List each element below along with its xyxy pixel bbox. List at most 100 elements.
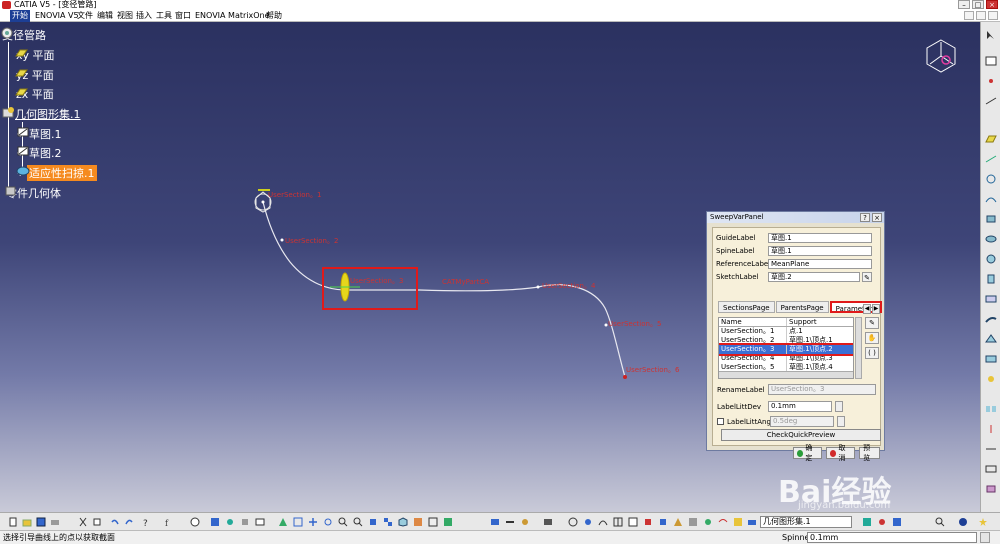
menu-window[interactable]: 窗口: [173, 10, 193, 22]
stop-command-button[interactable]: [980, 532, 990, 543]
sketch-tool-icon[interactable]: [984, 56, 998, 66]
extract-icon[interactable]: [984, 484, 998, 494]
undo-icon[interactable]: [110, 517, 120, 527]
tree-zx-plane[interactable]: zx 平面: [14, 86, 56, 102]
menu-help[interactable]: 帮助: [264, 10, 284, 22]
compass-icon[interactable]: [922, 36, 960, 76]
menu-enovia-matrixone[interactable]: ENOVIA MatrixOne: [193, 10, 272, 22]
pick-section-icon[interactable]: ✋: [865, 332, 879, 344]
analysis-icon[interactable]: [673, 517, 683, 527]
maximize-button[interactable]: □: [972, 0, 984, 9]
tree-geoset[interactable]: ⊖ 几何图形集.1: [2, 106, 83, 122]
tree-root[interactable]: 变径管路: [0, 27, 48, 43]
geoset-tool-icon[interactable]: [733, 517, 743, 527]
sketch-field[interactable]: 草图.2: [768, 272, 860, 282]
add-section-icon[interactable]: ✎: [865, 317, 879, 329]
panel-close-button[interactable]: ×: [872, 213, 882, 222]
panel-help-button[interactable]: ?: [860, 213, 870, 222]
select-icon[interactable]: [984, 30, 998, 40]
table-row[interactable]: UserSection。1 点.1: [719, 327, 853, 336]
blend-icon[interactable]: [984, 374, 998, 384]
tree-yz-plane[interactable]: yz 平面: [14, 67, 56, 83]
fill-icon[interactable]: [984, 334, 998, 344]
table-row[interactable]: UserSection。2 草图.1\顶点.1: [719, 336, 853, 345]
menu-start[interactable]: 开始: [10, 10, 30, 22]
menu-view[interactable]: 视图: [115, 10, 135, 22]
table-horizontal-scrollbar[interactable]: [719, 371, 853, 378]
apply-material-icon[interactable]: [520, 517, 530, 527]
offset-icon[interactable]: [984, 294, 998, 304]
point-tool-icon[interactable]: [984, 76, 998, 86]
layer-icon[interactable]: [747, 517, 757, 527]
design-table-icon[interactable]: [255, 517, 265, 527]
tab-sections-page[interactable]: SectionsPage: [718, 301, 775, 313]
knowledge-icon[interactable]: [225, 517, 235, 527]
search-icon[interactable]: [935, 517, 945, 527]
boundary-icon[interactable]: [984, 464, 998, 474]
law-icon[interactable]: [240, 517, 250, 527]
litdev-spinner[interactable]: [835, 401, 843, 412]
sphere-icon[interactable]: [984, 254, 998, 264]
zoom-in-icon[interactable]: [338, 517, 348, 527]
revolve-icon[interactable]: [984, 234, 998, 244]
hide-show-icon[interactable]: [428, 517, 438, 527]
circle-tool-icon[interactable]: [984, 174, 998, 184]
tab-parents-page[interactable]: ParentsPage: [775, 301, 829, 313]
cut-icon[interactable]: [78, 517, 88, 527]
extrude-icon[interactable]: [984, 214, 998, 224]
minimize-button[interactable]: –: [958, 0, 970, 9]
tree-sketch-1[interactable]: + 草图.1: [16, 126, 64, 142]
star-icon[interactable]: [978, 517, 988, 527]
open-icon[interactable]: [22, 517, 32, 527]
split-icon[interactable]: [984, 424, 998, 434]
hide-icon[interactable]: [892, 517, 902, 527]
print-icon[interactable]: [50, 517, 60, 527]
iso-view-icon[interactable]: [398, 517, 408, 527]
menu-file[interactable]: 文件: [75, 10, 95, 22]
whats-this-icon[interactable]: ?: [142, 517, 152, 527]
litang-checkbox[interactable]: [717, 418, 724, 425]
trim-icon[interactable]: [984, 444, 998, 454]
swap-space-icon[interactable]: [443, 517, 453, 527]
join-icon[interactable]: [984, 404, 998, 414]
menu-enovia-v5[interactable]: ENOVIA V5: [33, 10, 81, 22]
zoom-out-icon[interactable]: [353, 517, 363, 527]
current-geoset-select[interactable]: 几何图形集.1: [760, 516, 852, 528]
menu-insert[interactable]: 插入: [134, 10, 154, 22]
update-icon[interactable]: [877, 517, 887, 527]
curvature-icon[interactable]: [718, 517, 728, 527]
connect-icon[interactable]: [703, 517, 713, 527]
table-row[interactable]: UserSection。4 草图.1\顶点.3: [719, 354, 853, 363]
parentheses-icon[interactable]: ( ): [865, 347, 879, 359]
curve-icon[interactable]: [598, 517, 608, 527]
guide-field[interactable]: 草图.1: [768, 233, 872, 243]
doc-minimize-button[interactable]: [964, 11, 974, 20]
panel-title-bar[interactable]: SweepVarPanel ? ×: [707, 212, 884, 223]
insert-geoset-icon[interactable]: [862, 517, 872, 527]
command-input[interactable]: 0.1mm: [807, 532, 977, 543]
check-quick-preview-button[interactable]: CheckQuickPreview: [721, 429, 881, 441]
photo-icon[interactable]: [543, 517, 553, 527]
sketch-edit-icon[interactable]: ✎: [862, 272, 872, 282]
table-vertical-scrollbar[interactable]: [855, 317, 862, 379]
reference-field[interactable]: MeanPlane: [768, 259, 872, 269]
rename-field[interactable]: UserSection。3: [768, 384, 876, 395]
tab-next-icon[interactable]: ▶: [872, 304, 880, 314]
close-button[interactable]: ×: [986, 0, 998, 9]
litdev-field[interactable]: 0.1mm: [768, 401, 832, 412]
sweep-icon[interactable]: [984, 314, 998, 324]
formula-icon[interactable]: f: [165, 517, 175, 527]
redo-icon[interactable]: [124, 517, 134, 527]
projection-icon[interactable]: [984, 154, 998, 164]
tree-body[interactable]: 零件几何体: [4, 185, 63, 201]
measure-icon[interactable]: [505, 517, 515, 527]
tools-icon[interactable]: [583, 517, 593, 527]
sketcher-icon[interactable]: [568, 517, 578, 527]
litang-spinner[interactable]: [837, 416, 845, 427]
spine-field[interactable]: 草图.1: [768, 246, 872, 256]
tab-prev-icon[interactable]: ◀: [863, 304, 871, 314]
pan-icon[interactable]: [308, 517, 318, 527]
menu-tools[interactable]: 工具: [154, 10, 174, 22]
spline-tool-icon[interactable]: [984, 194, 998, 204]
copy-icon[interactable]: [92, 517, 102, 527]
